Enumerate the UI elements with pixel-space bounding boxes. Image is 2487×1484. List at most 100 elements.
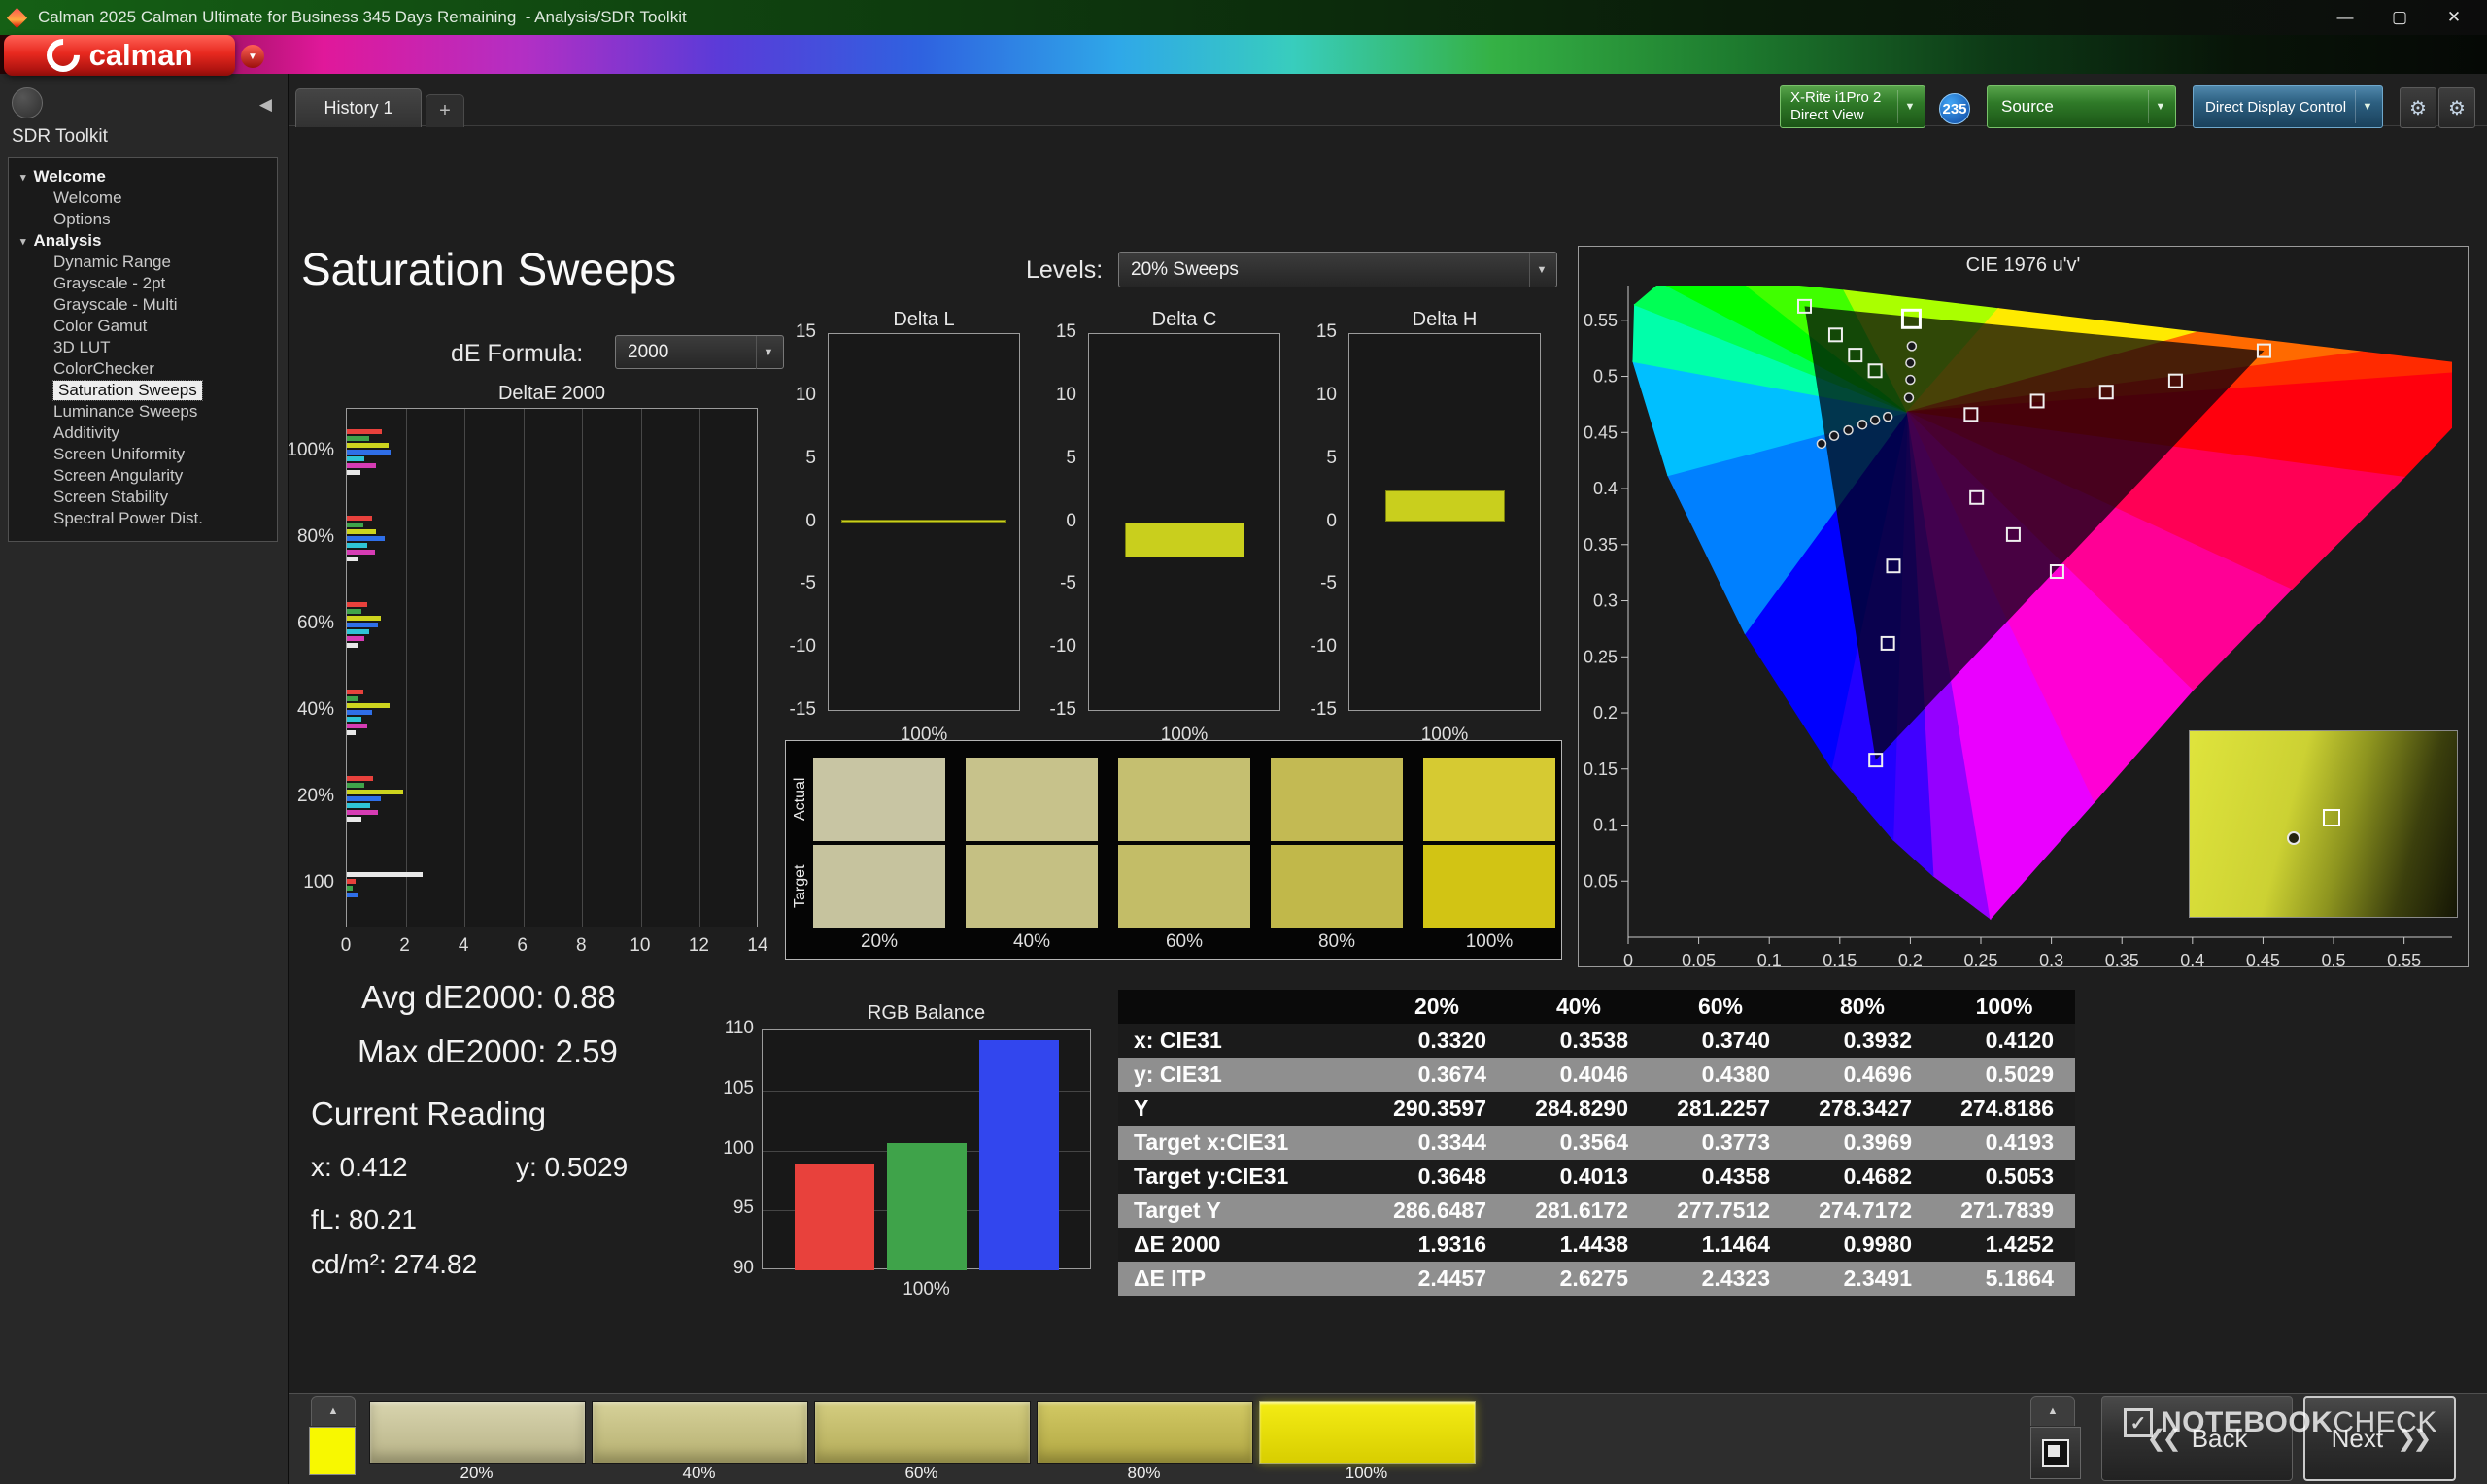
deltae-bar-white: [347, 729, 357, 735]
table-row: ΔE 2000 1.9316 1.4438 1.1464 0.9980 1.4252: [1118, 1228, 2075, 1262]
table-header-row: 20% 40% 60% 80% 100%: [1118, 990, 2075, 1024]
patch-column-label: 40%: [1012, 931, 1051, 952]
axis-tick-label: 15: [1315, 321, 1337, 342]
de-formula-select[interactable]: 2000 ▼: [615, 335, 784, 369]
table-row-label: y: CIE31: [1134, 1062, 1222, 1087]
table-cell: 0.3344: [1417, 1130, 1486, 1155]
deltae-bar-green: [347, 436, 369, 442]
patch-swatch-100[interactable]: [1259, 1401, 1476, 1464]
table-row: x: CIE31 0.3320 0.3538 0.3740 0.3932 0.4120: [1118, 1024, 2075, 1058]
patch-column-label: 20%: [860, 931, 899, 952]
rgb-plot-area: [762, 1029, 1091, 1270]
deltae-bar-magenta: [347, 723, 368, 728]
calman-logo[interactable]: calman: [4, 31, 235, 80]
deltae-bar-red: [347, 775, 374, 781]
tree-section-welcome[interactable]: ▾ Welcome: [9, 166, 277, 187]
sidebar-item-welcome[interactable]: Welcome: [9, 187, 277, 209]
patch-swatch-80[interactable]: [1037, 1401, 1253, 1464]
collapse-sidebar-icon[interactable]: ◀: [259, 95, 272, 115]
svg-text:0.55: 0.55: [2387, 951, 2421, 967]
minimize-button[interactable]: —: [2318, 0, 2372, 35]
preferences-gear-button[interactable]: ⚙: [2438, 87, 2475, 128]
add-tab-button[interactable]: +: [426, 94, 464, 127]
sidebar-item-screen-uniformity[interactable]: Screen Uniformity: [9, 444, 277, 465]
patch-swatch-60[interactable]: [814, 1401, 1031, 1464]
sidebar-item-grayscale-2pt[interactable]: Grayscale - 2pt: [9, 273, 277, 294]
sidebar-item-additivity[interactable]: Additivity: [9, 422, 277, 444]
sidebar-item-options[interactable]: Options: [9, 209, 277, 230]
patch-swatch-20[interactable]: [369, 1401, 586, 1464]
meter-dropdown[interactable]: X-Rite i1Pro 2 Direct View ▼: [1780, 85, 1925, 128]
nav-popout-tab[interactable]: ▲: [2030, 1396, 2075, 1426]
tree-item-label: 3D LUT: [53, 338, 111, 356]
deltae-bar-cyan: [347, 456, 365, 462]
deltae-bar-white: [347, 872, 424, 878]
patch-swatch-label: 20%: [460, 1464, 494, 1482]
sidebar: ◀ SDR Toolkit ▾ Welcome Welcome Options ▾ Ana…: [0, 74, 289, 1484]
sidebar-item-colorchecker[interactable]: ColorChecker: [9, 358, 277, 380]
deltae-bar-cyan: [347, 716, 362, 722]
sidebar-item-dynamic-range[interactable]: Dynamic Range: [9, 252, 277, 273]
levels-value: 20% Sweeps: [1131, 258, 1239, 280]
patch-swatch-40[interactable]: [592, 1401, 808, 1464]
deltae-bar-yellow: [347, 443, 390, 449]
logo-menu-button[interactable]: ▼: [241, 45, 264, 68]
chevron-down-icon: ▼: [1897, 90, 1922, 123]
table-cell: 278.3427: [1819, 1096, 1912, 1121]
sidebar-item-3d-lut[interactable]: 3D LUT: [9, 337, 277, 358]
axis-tick-label: 100: [723, 1137, 754, 1159]
chevron-down-icon: ▼: [2148, 90, 2172, 123]
deltae-bar-white: [347, 643, 358, 649]
table-cell: 0.3564: [1559, 1130, 1628, 1155]
back-button[interactable]: ❮❮ Back: [2101, 1396, 2293, 1481]
maximize-button[interactable]: ▢: [2372, 0, 2427, 35]
tree-item-label: Screen Uniformity: [53, 445, 186, 463]
deltae-bar-green: [347, 782, 365, 788]
close-button[interactable]: ✕: [2427, 0, 2481, 35]
table-cell: 0.4358: [1701, 1164, 1770, 1189]
table-cell: 281.6172: [1535, 1197, 1628, 1223]
source-label: Source: [2001, 97, 2054, 116]
sidebar-item-screen-angularity[interactable]: Screen Angularity: [9, 465, 277, 487]
source-dropdown[interactable]: Source ▼: [1987, 85, 2176, 128]
tree-item-label: Screen Angularity: [53, 466, 184, 485]
svg-text:0.45: 0.45: [2246, 951, 2280, 967]
tree-section-analysis[interactable]: ▾ Analysis: [9, 230, 277, 252]
sidebar-item-saturation-sweeps[interactable]: Saturation Sweeps: [9, 380, 277, 401]
window-controls: — ▢ ✕: [2318, 0, 2481, 35]
deltae-bar-white: [347, 556, 359, 562]
deltae-bar-green: [347, 609, 362, 615]
gridline: [640, 409, 642, 927]
sidebar-item-spectral-power-dist[interactable]: Spectral Power Dist.: [9, 508, 277, 529]
patch-popout-tab[interactable]: ▲: [311, 1396, 356, 1426]
nav-circle-button[interactable]: [12, 87, 43, 118]
cie-diagram-panel: CIE 1976 u'v' 0 0.05 0.1 0.15 0.2 0.25 0.3 0.35…: [1578, 246, 2469, 967]
patch-swatch-label: 80%: [1127, 1464, 1161, 1482]
display-control-dropdown[interactable]: Direct Display Control ▼: [2193, 85, 2383, 128]
tree-item-label: Grayscale - 2pt: [53, 274, 166, 292]
sidebar-item-grayscale-multi[interactable]: Grayscale - Multi: [9, 294, 277, 316]
sidebar-item-screen-stability[interactable]: Screen Stability: [9, 487, 277, 508]
current-y-value: y: 0.5029: [516, 1152, 629, 1182]
tree-item-label: Color Gamut: [53, 317, 148, 335]
tab-history-1[interactable]: History 1: [295, 88, 422, 127]
table-row: Target x:CIE31 0.3344 0.3564 0.3773 0.3969 0.…: [1118, 1126, 2075, 1160]
table-row: ΔE ITP 2.4457 2.6275 2.4323 2.3491 5.1864: [1118, 1262, 2075, 1296]
calman-swirl-icon: [39, 31, 86, 80]
current-fl-value: fL: 80.21: [311, 1204, 417, 1234]
table-row-label: x: CIE31: [1134, 1028, 1222, 1053]
patch-window-button[interactable]: [2030, 1427, 2081, 1479]
table-cell: 0.9980: [1843, 1231, 1912, 1257]
settings-gear-button[interactable]: ⚙: [2400, 87, 2436, 128]
axis-tick-label: 5: [1326, 447, 1337, 468]
levels-select[interactable]: 20% Sweeps ▼: [1118, 252, 1557, 287]
sidebar-item-color-gamut[interactable]: Color Gamut: [9, 316, 277, 337]
svg-text:0.3: 0.3: [2039, 951, 2063, 967]
axis-tick-label: 10: [630, 935, 651, 956]
actual-row-label: Actual: [792, 777, 808, 822]
next-button[interactable]: Next ❯❯: [2303, 1396, 2456, 1481]
table-cell: 286.6487: [1393, 1197, 1486, 1223]
sidebar-item-luminance-sweeps[interactable]: Luminance Sweeps: [9, 401, 277, 422]
current-x-value: x: 0.412: [311, 1152, 408, 1182]
table-cell: 0.4682: [1843, 1164, 1912, 1189]
